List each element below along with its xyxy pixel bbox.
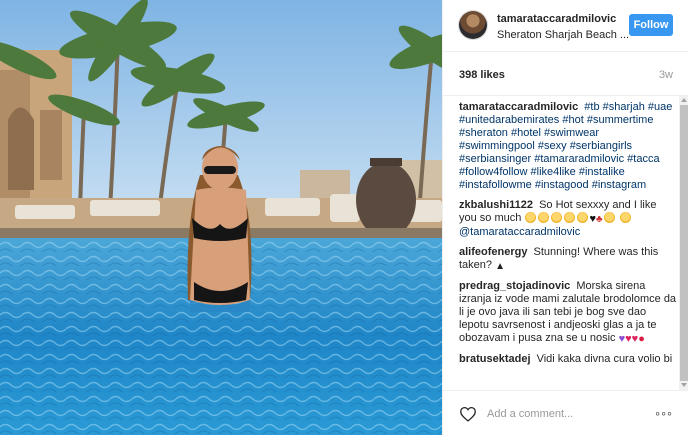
heart-outline-icon[interactable] <box>459 406 477 422</box>
hashtag[interactable]: #summertime <box>587 114 654 126</box>
comment-username[interactable]: predrag_stojadinovic <box>459 280 570 292</box>
comment: predrag_stojadinovic Morska sirena izran… <box>459 280 677 346</box>
lips-icon: ● <box>638 333 645 345</box>
comment-text: Vidi kaka divna cura volio bi <box>536 353 673 365</box>
comment-mention[interactable]: @tamarataccaradmilovic <box>459 226 580 238</box>
scroll-up-arrow-icon[interactable] <box>681 98 687 102</box>
hashtag[interactable]: #follow4follow <box>459 166 527 178</box>
comment-username[interactable]: alifeofenergy <box>459 246 527 258</box>
hashtag[interactable]: #instafollowme <box>459 179 532 191</box>
comment: zkbalushi1122 So Hot sexxxy and I like y… <box>459 199 677 239</box>
caption-username[interactable]: tamarataccaradmilovic <box>459 101 578 113</box>
hashtag[interactable]: #serbiansinger <box>459 153 531 165</box>
caption: tamarataccaradmilovic #tb #sharjah #uae … <box>459 101 677 192</box>
grinning-face-icon <box>551 212 563 223</box>
post-header: tamarataccaradmilovic Sheraton Sharjah B… <box>443 0 688 52</box>
post-age[interactable]: 3w <box>659 69 673 81</box>
post-location[interactable]: Sheraton Sharjah Beach ... <box>497 29 629 41</box>
scrollbar-thumb[interactable] <box>680 105 688 381</box>
grinning-face-icon <box>564 212 576 223</box>
pool-photo-illustration <box>0 0 442 435</box>
smiling-face-icon <box>619 212 631 223</box>
comment-username[interactable]: bratusektadej <box>459 353 531 365</box>
hashtag[interactable]: #uae <box>648 101 672 113</box>
comments-list[interactable]: tamarataccaradmilovic #tb #sharjah #uae … <box>443 96 688 390</box>
hashtag[interactable]: #instalike <box>579 166 625 178</box>
hashtag[interactable]: #like4like <box>531 166 576 178</box>
hashtag[interactable]: #tacca <box>627 153 659 165</box>
hashtag[interactable]: #swimmingpool <box>459 140 535 152</box>
hashtag[interactable]: #instagram <box>592 179 646 191</box>
hashtag[interactable]: #sheraton <box>459 127 508 139</box>
comment: alifeofenergy Stunning! Where was this t… <box>459 246 677 273</box>
avatar[interactable] <box>458 10 488 40</box>
post-side-panel: tamarataccaradmilovic Sheraton Sharjah B… <box>442 0 688 435</box>
hashtag[interactable]: #swimwear <box>544 127 599 139</box>
likes-count[interactable]: 398 likes <box>459 69 505 81</box>
witch-hat-icon: ▲ <box>495 261 505 272</box>
grinning-face-icon <box>538 212 550 223</box>
comment-username[interactable]: zkbalushi1122 <box>459 199 533 211</box>
hashtag[interactable]: #tb <box>584 101 599 113</box>
follow-button[interactable]: Follow <box>629 14 673 36</box>
hashtag[interactable]: #hotel <box>511 127 541 139</box>
hashtag[interactable]: #tamararadmilovic <box>534 153 624 165</box>
add-comment-input[interactable] <box>487 405 647 423</box>
scroll-down-arrow-icon[interactable] <box>681 383 687 387</box>
rose-icon: ♣ <box>595 214 603 225</box>
post-photo[interactable] <box>0 0 442 435</box>
hashtag[interactable]: #serbiangirls <box>570 140 632 152</box>
grinning-face-icon <box>525 212 537 223</box>
hashtag[interactable]: #unitedarabemirates <box>459 114 559 126</box>
hashtag[interactable]: #hot <box>562 114 583 126</box>
kissing-face-icon <box>577 212 589 223</box>
post-author-username[interactable]: tamarataccaradmilovic <box>497 13 616 25</box>
likes-row: 398 likes 3w <box>443 52 688 96</box>
hashtag[interactable]: #instagood <box>535 179 589 191</box>
hashtag[interactable]: #sharjah <box>603 101 645 113</box>
comment: bratusektadej Vidi kaka divna cura volio… <box>459 353 677 366</box>
comments-scrollbar[interactable] <box>679 96 688 390</box>
smiling-face-icon <box>603 212 615 223</box>
hashtag[interactable]: #sexy <box>538 140 567 152</box>
more-options-icon[interactable]: ◦◦◦ <box>655 406 673 420</box>
comment-footer: ◦◦◦ <box>443 390 688 435</box>
